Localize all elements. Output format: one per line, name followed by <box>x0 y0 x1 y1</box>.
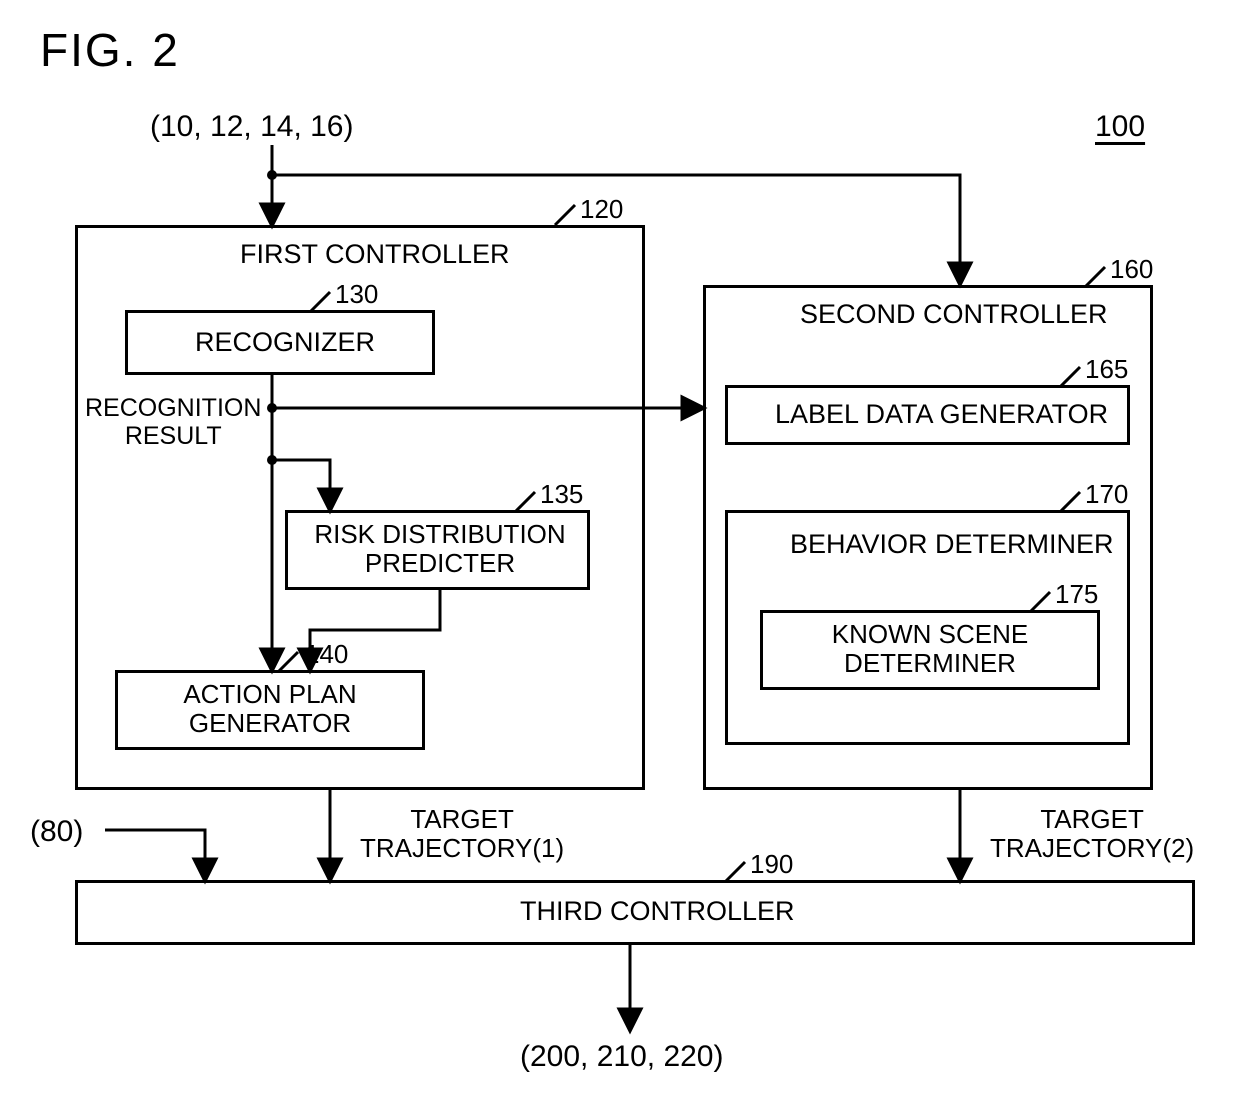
action-plan-label: ACTION PLAN GENERATOR <box>140 680 400 737</box>
behavior-determiner-label: BEHAVIOR DETERMINER <box>790 530 1114 560</box>
figure-title: FIG. 2 <box>40 25 180 76</box>
known-scene-label: KNOWN SCENE DETERMINER <box>790 620 1070 677</box>
inputs-top-label: (10, 12, 14, 16) <box>150 110 353 143</box>
ref-140: 140 <box>305 640 348 669</box>
input-80-label: (80) <box>30 815 83 848</box>
second-controller-title: SECOND CONTROLLER <box>800 300 1108 330</box>
label-data-generator-label: LABEL DATA GENERATOR <box>775 400 1108 430</box>
ref-175: 175 <box>1055 580 1098 609</box>
ref-160: 160 <box>1110 255 1153 284</box>
target-trajectory-1: TARGET TRAJECTORY(1) <box>360 805 564 862</box>
third-controller-label: THIRD CONTROLLER <box>520 897 795 927</box>
ref-170: 170 <box>1085 480 1128 509</box>
target-trajectory-2: TARGET TRAJECTORY(2) <box>990 805 1194 862</box>
ref-190: 190 <box>750 850 793 879</box>
outputs-bottom-label: (200, 210, 220) <box>520 1040 723 1073</box>
ref-130: 130 <box>335 280 378 309</box>
first-controller-title: FIRST CONTROLLER <box>240 240 510 270</box>
ref-135: 135 <box>540 480 583 509</box>
diagram-canvas: FIG. 2 (10, 12, 14, 16) 100 FIRST CONTRO… <box>0 0 1240 1097</box>
ref-165: 165 <box>1085 355 1128 384</box>
ref-100: 100 <box>1095 110 1145 143</box>
recognizer-label: RECOGNIZER <box>195 328 375 358</box>
ref-120: 120 <box>580 195 623 224</box>
recognition-result-label: RECOGNITION RESULT <box>85 395 261 450</box>
risk-predicter-label: RISK DISTRIBUTION PREDICTER <box>310 520 570 577</box>
